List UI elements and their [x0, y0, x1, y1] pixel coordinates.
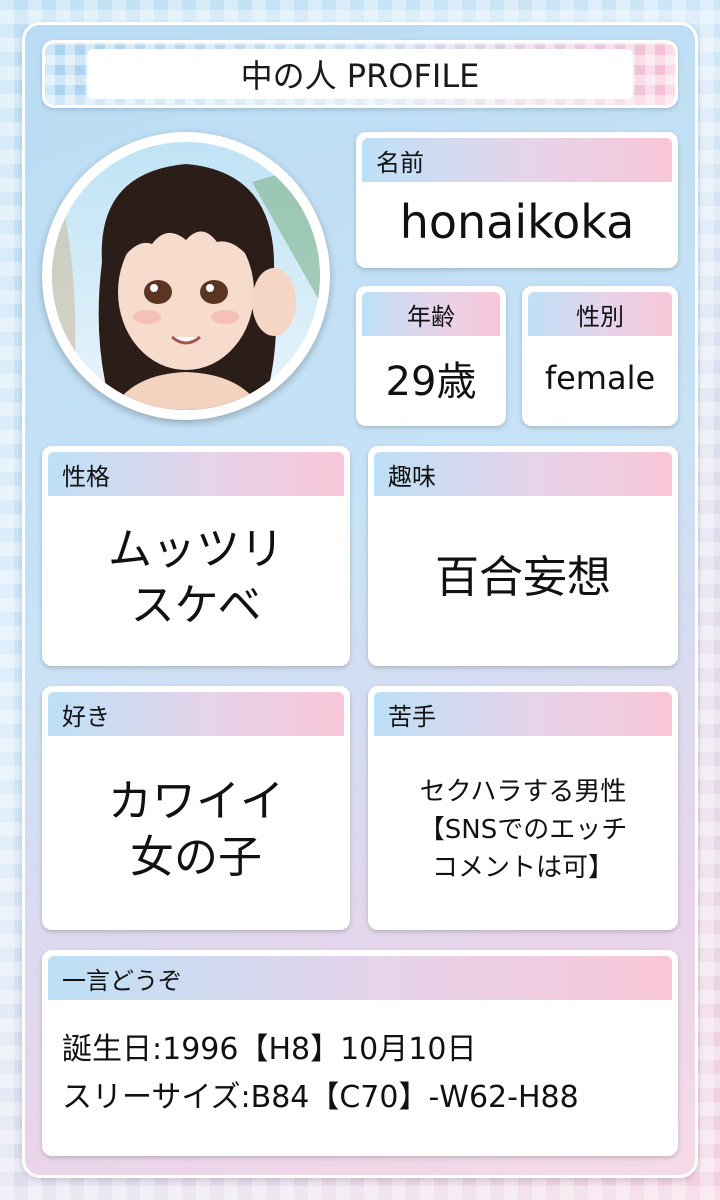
- dislikes-line-2: 【SNSでのエッチ: [418, 815, 628, 845]
- avatar-illustration: [52, 142, 320, 410]
- comment-card: 一言どうぞ 誕生日:1996【H8】10月10日 スリーサイズ:B84【C70】…: [42, 950, 678, 1156]
- hobby-label: 趣味: [374, 452, 672, 496]
- personality-label: 性格: [48, 452, 344, 496]
- age-card: 年齢 29歳: [356, 286, 506, 426]
- age-label: 年齢: [362, 292, 500, 336]
- dislikes-line-1: セクハラする男性: [419, 777, 627, 807]
- comment-line-2: スリーサイズ:B84【C70】-W62-H88: [62, 1080, 579, 1115]
- likes-label: 好き: [48, 692, 344, 736]
- likes-line-2: 女の子: [130, 832, 262, 883]
- comment-label: 一言どうぞ: [48, 956, 672, 1000]
- comment-line-1: 誕生日:1996【H8】10月10日: [62, 1032, 477, 1067]
- gender-value: female: [544, 359, 656, 397]
- dislikes-line-3: コメントは可】: [431, 853, 614, 883]
- hobby-card: 趣味 百合妄想: [368, 446, 678, 666]
- portrait-image: [52, 142, 320, 410]
- personality-card: 性格 ムッツリ スケベ: [42, 446, 350, 666]
- page-title: 中の人 PROFILE: [87, 49, 633, 99]
- dislikes-label: 苦手: [374, 692, 672, 736]
- hobby-value: 百合妄想: [435, 552, 611, 603]
- personality-line-2: スケベ: [130, 580, 262, 631]
- gender-card: 性別 female: [522, 286, 678, 426]
- name-label: 名前: [362, 138, 672, 182]
- likes-card: 好き カワイイ 女の子: [42, 686, 350, 930]
- personality-line-1: ムッツリ: [108, 524, 284, 575]
- name-value: honaikoka: [399, 195, 635, 249]
- name-card: 名前 honaikoka: [356, 132, 678, 268]
- avatar: [42, 132, 330, 420]
- likes-line-1: カワイイ: [108, 776, 284, 827]
- title-banner: 中の人 PROFILE: [42, 40, 678, 108]
- dislikes-card: 苦手 セクハラする男性 【SNSでのエッチ コメントは可】: [368, 686, 678, 930]
- gender-label: 性別: [528, 292, 672, 336]
- age-value: 29歳: [385, 359, 477, 405]
